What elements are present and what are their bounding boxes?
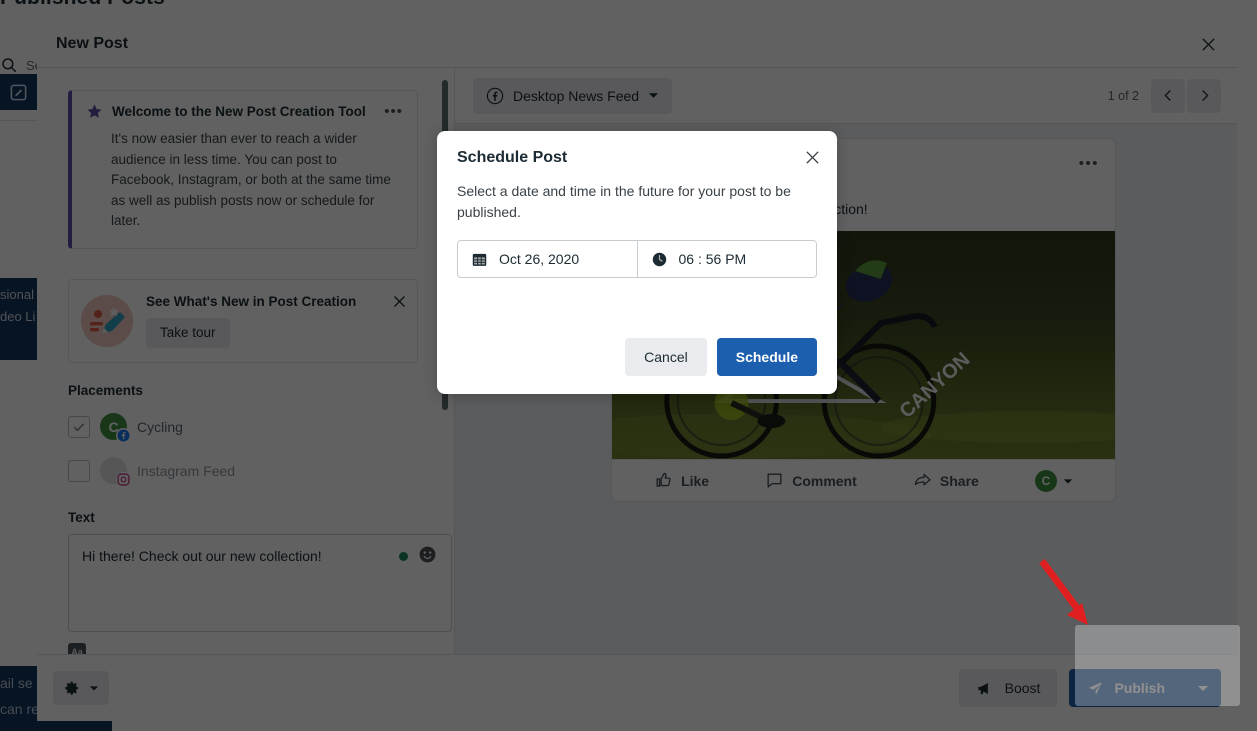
screen: Published Posts Se sional deo Li ail se … bbox=[0, 0, 1257, 731]
datetime-row: Oct 26, 2020 06 : 56 PM bbox=[457, 240, 817, 278]
date-picker-field[interactable]: Oct 26, 2020 bbox=[458, 241, 637, 277]
close-icon[interactable] bbox=[804, 149, 821, 171]
schedule-description: Select a date and time in the future for… bbox=[457, 181, 807, 223]
time-value: 06 : 56 PM bbox=[679, 251, 747, 267]
schedule-dialog-actions: Cancel Schedule bbox=[625, 338, 817, 376]
date-value: Oct 26, 2020 bbox=[499, 251, 579, 267]
time-picker-field[interactable]: 06 : 56 PM bbox=[637, 241, 817, 277]
clock-icon bbox=[651, 251, 668, 268]
schedule-post-dialog: Schedule Post Select a date and time in … bbox=[437, 131, 837, 394]
schedule-dialog-title: Schedule Post bbox=[457, 149, 817, 167]
cancel-button[interactable]: Cancel bbox=[625, 338, 707, 376]
schedule-button[interactable]: Schedule bbox=[717, 338, 817, 376]
calendar-icon bbox=[471, 251, 488, 268]
